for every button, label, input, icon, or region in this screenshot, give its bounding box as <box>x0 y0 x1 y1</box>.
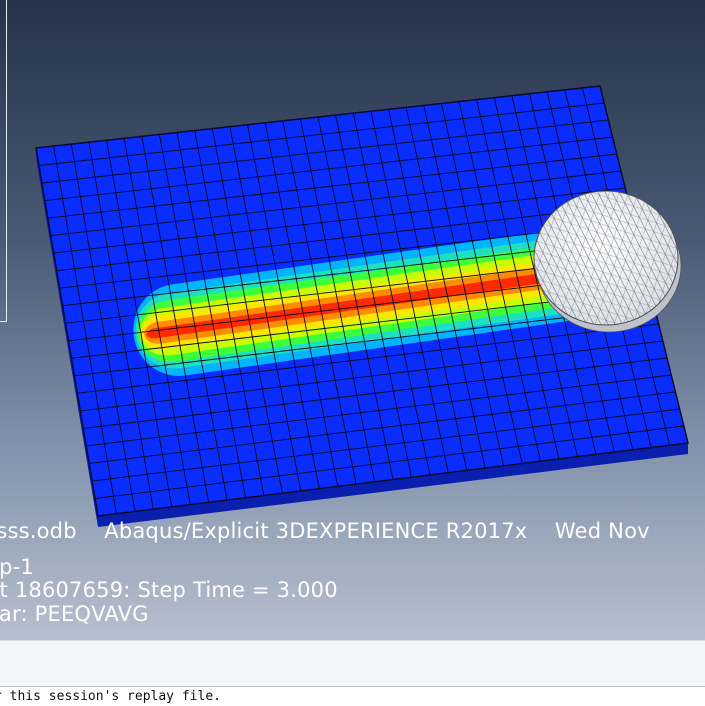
message-text: r this session's replay file. <box>0 689 221 704</box>
primary-variable: Var: PEEQVAVG <box>0 602 149 626</box>
message-area[interactable]: r this session's replay file. <box>0 686 705 706</box>
model-scene <box>35 85 689 527</box>
run-date: Wed Nov <box>554 519 650 543</box>
solver-version: Abaqus/Explicit 3DEXPERIENCE R2017x <box>104 519 528 543</box>
odb-name: ffssss.odb <box>0 519 77 543</box>
indenter-puck <box>533 190 682 333</box>
step-name: ep-1 <box>0 555 34 579</box>
info-odb-line: ffssss.odb Abaqus/Explicit 3DEXPERIENCE … <box>0 519 650 543</box>
increment-info: nt 18607659: Step Time = 3.000 <box>0 578 338 602</box>
viewport[interactable]: ffssss.odb Abaqus/Explicit 3DEXPERIENCE … <box>0 0 705 640</box>
prompt-area <box>0 640 705 686</box>
